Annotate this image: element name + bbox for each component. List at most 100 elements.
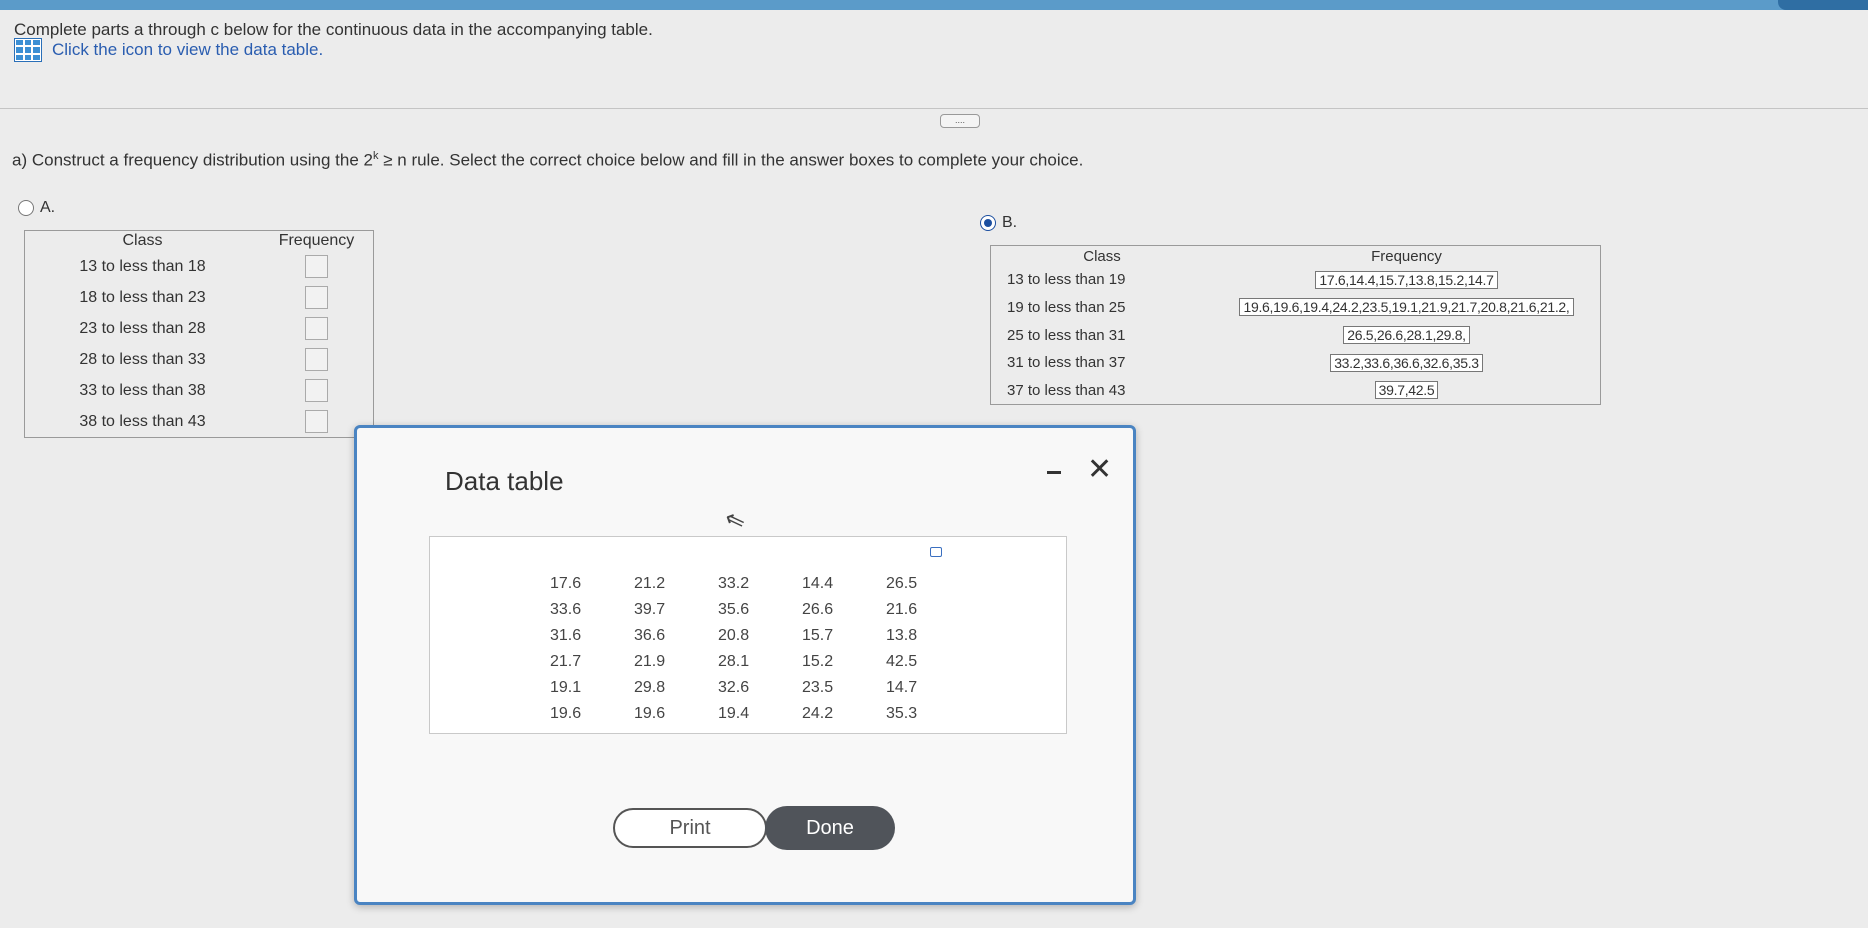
data-cell: 35.6 bbox=[718, 601, 750, 618]
data-cell: 17.6 bbox=[550, 575, 582, 592]
data-cell: 35.3 bbox=[886, 705, 918, 722]
data-cell: 21.7 bbox=[550, 653, 582, 670]
answer-box[interactable] bbox=[305, 317, 328, 340]
view-data-table-link[interactable]: Click the icon to view the data table. bbox=[14, 38, 323, 62]
radio-selected-icon[interactable] bbox=[980, 214, 996, 231]
close-icon[interactable]: ✕ bbox=[1087, 450, 1112, 490]
class-cell: 33 to less than 38 bbox=[79, 381, 206, 399]
data-cell: 20.8 bbox=[718, 627, 750, 644]
answer-box[interactable] bbox=[305, 255, 328, 278]
answer-box[interactable] bbox=[305, 379, 328, 402]
done-button[interactable]: Done bbox=[765, 806, 895, 850]
table-row: 37 to less than 43 39.7,42.5 bbox=[991, 376, 1601, 404]
option-a-table: Class Frequency 13 to less than 18 18 to… bbox=[24, 230, 374, 438]
table-row: 33 to less than 38 bbox=[25, 375, 374, 406]
class-cell: 13 to less than 19 bbox=[1007, 271, 1126, 289]
divider bbox=[0, 108, 1868, 109]
data-panel: 17.6 21.2 33.2 14.4 26.5 33.6 39.7 35.6 26.6 21.… bbox=[429, 536, 1067, 734]
data-cell: 26.5 bbox=[886, 575, 918, 592]
data-table-icon[interactable] bbox=[14, 38, 42, 62]
class-cell: 25 to less than 31 bbox=[1007, 326, 1126, 344]
frequency-input[interactable]: 19.6,19.6,19.4,24.2,23.5,19.1,21.9,21.7,… bbox=[1239, 298, 1574, 317]
mouse-cursor-icon: ⇖ bbox=[720, 504, 750, 537]
data-cell: 33.2 bbox=[718, 575, 750, 592]
option-a-label: A. bbox=[40, 199, 56, 216]
answer-box[interactable] bbox=[305, 410, 328, 433]
frequency-header: Frequency bbox=[278, 232, 355, 249]
class-cell: 31 to less than 37 bbox=[1007, 354, 1126, 372]
class-cell: 38 to less than 43 bbox=[79, 412, 206, 430]
print-button[interactable]: Print bbox=[613, 808, 767, 848]
data-cell: 33.6 bbox=[550, 601, 582, 618]
table-row: 13 to less than 19 17.6,14.4,15.7,13.8,15… bbox=[991, 266, 1601, 294]
frequency-input[interactable]: 17.6,14.4,15.7,13.8,15.2,14.7 bbox=[1315, 270, 1498, 289]
data-cell: 42.5 bbox=[886, 653, 918, 670]
table-row: 17.6 21.2 33.2 14.4 26.5 bbox=[550, 571, 970, 597]
data-cell: 21.6 bbox=[886, 601, 918, 618]
class-cell: 23 to less than 28 bbox=[79, 319, 206, 337]
data-cell: 31.6 bbox=[550, 627, 582, 644]
data-cell: 26.6 bbox=[802, 601, 834, 618]
table-row: 13 to less than 18 bbox=[25, 251, 374, 282]
table-row: 25 to less than 31 26.5,26.6,28.1,29.8, bbox=[991, 321, 1601, 349]
data-cell: 15.7 bbox=[802, 627, 834, 644]
copy-icon[interactable] bbox=[930, 547, 942, 557]
answer-box[interactable] bbox=[305, 348, 328, 371]
question-a-text: a) Construct a frequency distribution us… bbox=[12, 150, 1083, 171]
option-a-radio[interactable]: A. bbox=[18, 199, 55, 217]
data-cell: 21.9 bbox=[634, 653, 666, 670]
answer-box[interactable] bbox=[305, 286, 328, 309]
data-cell: 23.5 bbox=[802, 679, 834, 696]
option-b-label: B. bbox=[1002, 214, 1018, 231]
table-row: 18 to less than 23 bbox=[25, 282, 374, 313]
data-cell: 19.4 bbox=[718, 705, 750, 722]
top-bar bbox=[0, 0, 1868, 10]
data-table-dialog: Data table ✕ ⇖ 17.6 21.2 33.2 14.4 26.5 33.6… bbox=[354, 425, 1136, 905]
data-cell: 14.7 bbox=[886, 679, 918, 696]
table-row: 28 to less than 33 bbox=[25, 344, 374, 375]
frequency-input[interactable]: 26.5,26.6,28.1,29.8, bbox=[1343, 326, 1470, 345]
instructions-text: Complete parts a through c below for the… bbox=[14, 20, 653, 39]
class-header: Class bbox=[122, 232, 163, 249]
view-data-table-label[interactable]: Click the icon to view the data table. bbox=[52, 40, 323, 60]
class-cell: 13 to less than 18 bbox=[79, 257, 206, 275]
data-cell: 19.6 bbox=[634, 705, 666, 722]
table-row: 23 to less than 28 bbox=[25, 313, 374, 344]
top-bar-control[interactable] bbox=[1778, 0, 1868, 10]
data-cell: 29.8 bbox=[634, 679, 666, 696]
table-row: 19.6 19.6 19.4 24.2 35.3 bbox=[550, 701, 970, 727]
data-cell: 15.2 bbox=[802, 653, 834, 670]
option-b-radio[interactable]: B. bbox=[980, 214, 1017, 232]
table-row: 19.1 29.8 32.6 23.5 14.7 bbox=[550, 675, 970, 701]
question-a-suffix: ≥ n rule. Select the correct choice belo… bbox=[378, 150, 1084, 170]
option-b-table: Class Frequency 13 to less than 19 17.6,1… bbox=[990, 245, 1601, 405]
data-cell: 39.7 bbox=[634, 601, 666, 618]
question-a-prefix: a) Construct a frequency distribution us… bbox=[12, 150, 373, 170]
data-cell: 13.8 bbox=[886, 627, 918, 644]
dialog-title: Data table bbox=[445, 466, 564, 496]
data-table: 17.6 21.2 33.2 14.4 26.5 33.6 39.7 35.6 26.6 21.… bbox=[550, 571, 970, 727]
class-cell: 37 to less than 43 bbox=[1007, 381, 1126, 399]
frequency-header: Frequency bbox=[1371, 247, 1442, 265]
table-row: 21.7 21.9 28.1 15.2 42.5 bbox=[550, 649, 970, 675]
data-cell: 24.2 bbox=[802, 705, 834, 722]
table-row: 38 to less than 43 bbox=[25, 406, 374, 438]
frequency-input[interactable]: 33.2,33.6,36.6,32.6,35.3 bbox=[1330, 353, 1483, 372]
minimize-icon[interactable] bbox=[1047, 462, 1063, 480]
data-cell: 36.6 bbox=[634, 627, 666, 644]
class-header: Class bbox=[1083, 247, 1121, 265]
data-cell: 28.1 bbox=[718, 653, 750, 670]
radio-unselected-icon[interactable] bbox=[18, 199, 34, 216]
frequency-input[interactable]: 39.7,42.5 bbox=[1374, 381, 1439, 400]
data-cell: 21.2 bbox=[634, 575, 666, 592]
data-cell: 19.1 bbox=[550, 679, 582, 696]
table-row: 33.6 39.7 35.6 26.6 21.6 bbox=[550, 597, 970, 623]
table-row: 19 to less than 25 19.6,19.6,19.4,24.2,23… bbox=[991, 294, 1601, 322]
more-button[interactable]: .... bbox=[940, 114, 980, 128]
data-cell: 14.4 bbox=[802, 575, 834, 592]
table-row: 31 to less than 37 33.2,33.6,36.6,32.6,35… bbox=[991, 349, 1601, 377]
class-cell: 18 to less than 23 bbox=[79, 288, 206, 306]
data-cell: 19.6 bbox=[550, 705, 582, 722]
class-cell: 28 to less than 33 bbox=[79, 350, 206, 368]
table-row: 31.6 36.6 20.8 15.7 13.8 bbox=[550, 623, 970, 649]
